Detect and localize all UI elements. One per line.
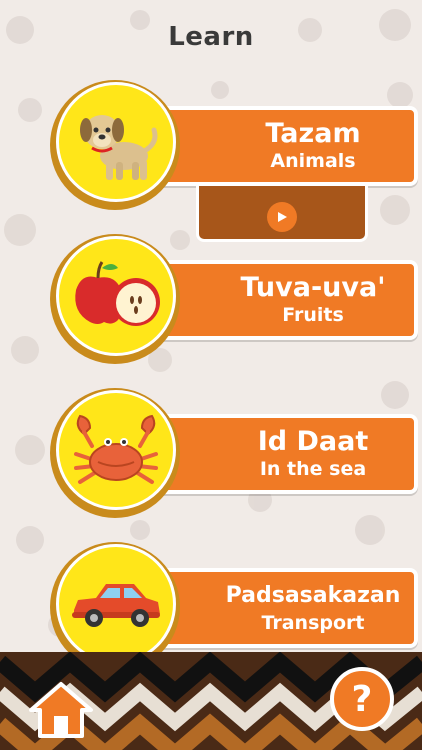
home-icon: [29, 682, 93, 738]
category-subtitle: Fruits: [282, 304, 344, 326]
crab-icon: [74, 414, 158, 484]
category-button-sea[interactable]: Id Daat In the sea: [150, 414, 418, 494]
category-button-animals[interactable]: Tazam Animals: [150, 106, 418, 186]
category-card-sea[interactable]: Id Daat In the sea: [50, 388, 418, 518]
play-button[interactable]: [267, 202, 297, 232]
category-subtitle: In the sea: [259, 458, 367, 480]
apple-icon: [75, 261, 160, 326]
play-icon: [278, 212, 287, 222]
category-subtitle: Transport: [261, 612, 365, 634]
category-image-circle[interactable]: [50, 388, 180, 518]
category-name: Padsasakazan: [225, 583, 401, 608]
category-image-circle[interactable]: [50, 80, 180, 210]
category-card-fruits[interactable]: Tuva-uva' Fruits: [50, 234, 418, 364]
category-name: Tazam: [265, 118, 361, 149]
category-button-fruits[interactable]: Tuva-uva' Fruits: [150, 260, 418, 340]
category-button-transport[interactable]: Padsasakazan Transport: [150, 568, 418, 648]
car-icon: [72, 584, 160, 627]
category-name: Id Daat: [257, 426, 369, 457]
category-name: Tuva-uva': [240, 272, 386, 303]
dog-icon: [80, 115, 158, 180]
category-subtitle: Animals: [270, 150, 356, 172]
home-button[interactable]: [28, 680, 94, 740]
page-title: Learn: [168, 22, 254, 52]
help-button[interactable]: ?: [330, 667, 394, 731]
category-image-circle[interactable]: [50, 234, 180, 364]
